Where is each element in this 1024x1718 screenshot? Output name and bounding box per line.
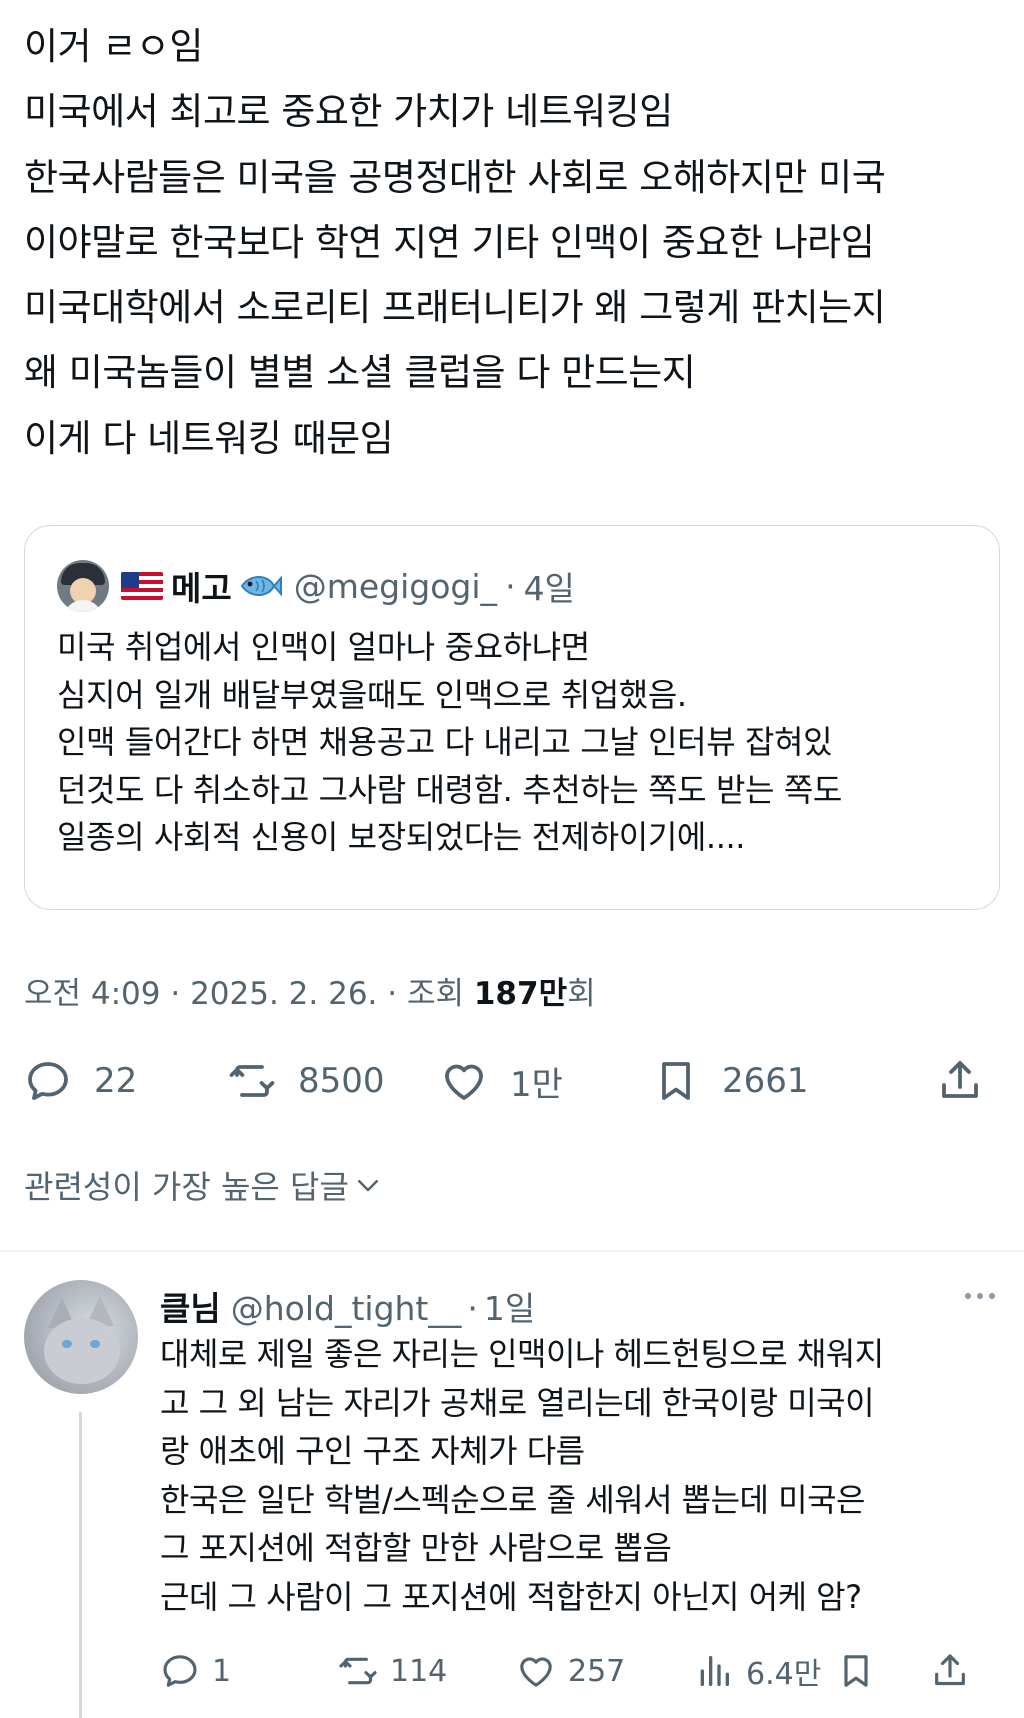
quoted-tweet-header: 메고 @megigogi_ · 4일 <box>57 558 575 614</box>
view-count: 187만 <box>473 976 568 1012</box>
repost-count: 8500 <box>298 1061 385 1101</box>
reply-view-count: 6.4만 <box>746 1657 822 1692</box>
tweet-line: 이야말로 한국보다 학연 지연 기타 인맥이 중요한 나라임 <box>24 220 875 264</box>
reply-count: 22 <box>94 1061 138 1101</box>
reply-line: 근데 그 사람이 그 포지션에 적합한지 아닌지 어케 암? <box>160 1577 862 1616</box>
reply-sort-label: 관련성이 가장 높은 답글 <box>24 1168 349 1206</box>
reply-time[interactable]: 1일 <box>484 1282 535 1330</box>
analytics-icon <box>700 1656 729 1686</box>
reply-line: 대체로 제일 좋은 자리는 인맥이나 헤드헌팅으로 채워지 <box>160 1335 884 1373</box>
reply-tweet[interactable]: 클님 @hold_tight__ · 1일 대체로 제일 좋은 자리는 인맥이나… <box>0 1250 1024 1718</box>
tweet-line: 미국대학에서 소로리티 프래터니티가 왜 그렇게 판치는지 <box>24 286 886 330</box>
tweet-line: 이거 ㄹㅇ임 <box>24 25 203 68</box>
more-options-icon[interactable] <box>960 1286 1000 1306</box>
reply-icon <box>163 1655 197 1687</box>
separator-dot: · <box>505 566 516 606</box>
heart-icon <box>445 1064 483 1100</box>
reply-reply-count: 1 <box>212 1653 232 1689</box>
share-icon <box>942 1061 978 1098</box>
repost-icon <box>339 1657 377 1685</box>
reply-repost-count: 114 <box>390 1653 448 1689</box>
reply-icon <box>28 1062 68 1100</box>
share-button[interactable] <box>936 1053 984 1109</box>
quoted-user-avatar[interactable] <box>57 560 109 612</box>
quoted-line: 일종의 사회적 신용이 보장되었다는 전제하이기에.... <box>57 818 746 856</box>
reply-views-button[interactable]: 6.4만 <box>694 1646 821 1696</box>
tweet-action-bar: 22 8500 1만 2661 <box>24 1053 1000 1109</box>
tweet-text: 이거 ㄹㅇ임 미국에서 최고로 중요한 가치가 네트워킹임 한국사람들은 미국을… <box>24 14 1004 471</box>
reply-user-name[interactable]: 클님 <box>160 1282 221 1330</box>
reply-line: 한국은 일단 학벌/스펙순으로 줄 세워서 뽑는데 미국은 <box>160 1480 865 1519</box>
reply-reply-button[interactable]: 1 <box>160 1646 231 1696</box>
us-flag-icon <box>121 572 163 600</box>
reply-header: 클님 @hold_tight__ · 1일 <box>160 1282 535 1330</box>
like-button[interactable]: 1만 <box>440 1053 563 1109</box>
separator-dot: · <box>467 1289 478 1328</box>
bookmark-icon <box>662 1062 690 1100</box>
quoted-tweet-text: 미국 취업에서 인맥이 얼마나 중요하냐면 심지어 일개 배달부였을때도 인맥으… <box>57 624 842 862</box>
tweet-line: 왜 미국놈들이 별별 소셜 클럽을 다 만드는지 <box>24 351 696 395</box>
tweet-timestamp[interactable]: 오전 4:09 · 2025. 2. 26. · 조회 <box>24 976 474 1012</box>
bookmark-icon <box>844 1655 868 1687</box>
chevron-down-icon <box>357 1180 378 1192</box>
quoted-line: 인맥 들어간다 하면 채용공고 다 내리고 그날 인터뷰 잡혀있 <box>57 723 833 761</box>
view-count-suffix: 회 <box>567 976 596 1012</box>
reply-sort-dropdown[interactable]: 관련성이 가장 높은 답글 <box>24 1162 383 1208</box>
quoted-user-handle[interactable]: @megigogi_ <box>294 567 497 606</box>
tweet-line: 한국사람들은 미국을 공명정대한 사회로 오해하지만 미국 <box>24 155 886 199</box>
repost-icon <box>229 1065 275 1097</box>
tweet-line: 이게 다 네트워킹 때문임 <box>24 416 394 460</box>
tweet-meta: 오전 4:09 · 2025. 2. 26. · 조회 187만회 <box>24 968 596 1013</box>
reply-repost-button[interactable]: 114 <box>338 1646 447 1696</box>
quoted-line: 심지어 일개 배달부였을때도 인맥으로 취업했음. <box>57 675 687 714</box>
bookmark-button[interactable]: 2661 <box>652 1053 809 1109</box>
repost-button[interactable]: 8500 <box>228 1053 385 1109</box>
quoted-tweet-card[interactable]: 메고 @megigogi_ · 4일 미국 취업에서 인맥이 얼마나 중요하냐면… <box>24 525 1000 910</box>
quoted-user-name[interactable]: 메고 <box>171 562 232 610</box>
reply-text: 대체로 제일 좋은 자리는 인맥이나 헤드헌팅으로 채워지 고 그 외 남는 자… <box>160 1330 884 1621</box>
like-count: 1만 <box>510 1064 563 1105</box>
thread-line <box>79 1412 82 1718</box>
quoted-tweet-time[interactable]: 4일 <box>524 562 575 610</box>
tweet-line: 미국에서 최고로 중요한 가치가 네트워킹임 <box>24 90 673 134</box>
reply-line: 그 포지션에 적합할 만한 사람으로 뽑음 <box>160 1529 672 1567</box>
reply-button[interactable]: 22 <box>24 1053 137 1109</box>
reply-like-count: 257 <box>568 1653 626 1689</box>
reply-like-button[interactable]: 257 <box>516 1646 625 1696</box>
reply-share-button[interactable] <box>930 1646 970 1696</box>
quoted-line: 미국 취업에서 인맥이 얼마나 중요하냐면 <box>57 628 590 666</box>
reply-line: 랑 애초에 구인 구조 자체가 다름 <box>160 1432 585 1470</box>
reply-bookmark-button[interactable] <box>836 1646 876 1696</box>
fish-icon <box>240 575 282 597</box>
share-icon <box>935 1654 965 1686</box>
heart-icon <box>520 1657 552 1687</box>
reply-line: 고 그 외 남는 자리가 공채로 열리는데 한국이랑 미국이 <box>160 1383 875 1422</box>
reply-action-bar: 1 114 257 6.4만 <box>160 1646 1000 1696</box>
quoted-line: 던것도 다 취소하고 그사람 대령함. 추천하는 쪽도 받는 쪽도 <box>57 770 842 809</box>
reply-user-avatar[interactable] <box>24 1280 138 1394</box>
reply-user-handle[interactable]: @hold_tight__ <box>231 1289 462 1328</box>
bookmark-count: 2661 <box>722 1061 809 1101</box>
